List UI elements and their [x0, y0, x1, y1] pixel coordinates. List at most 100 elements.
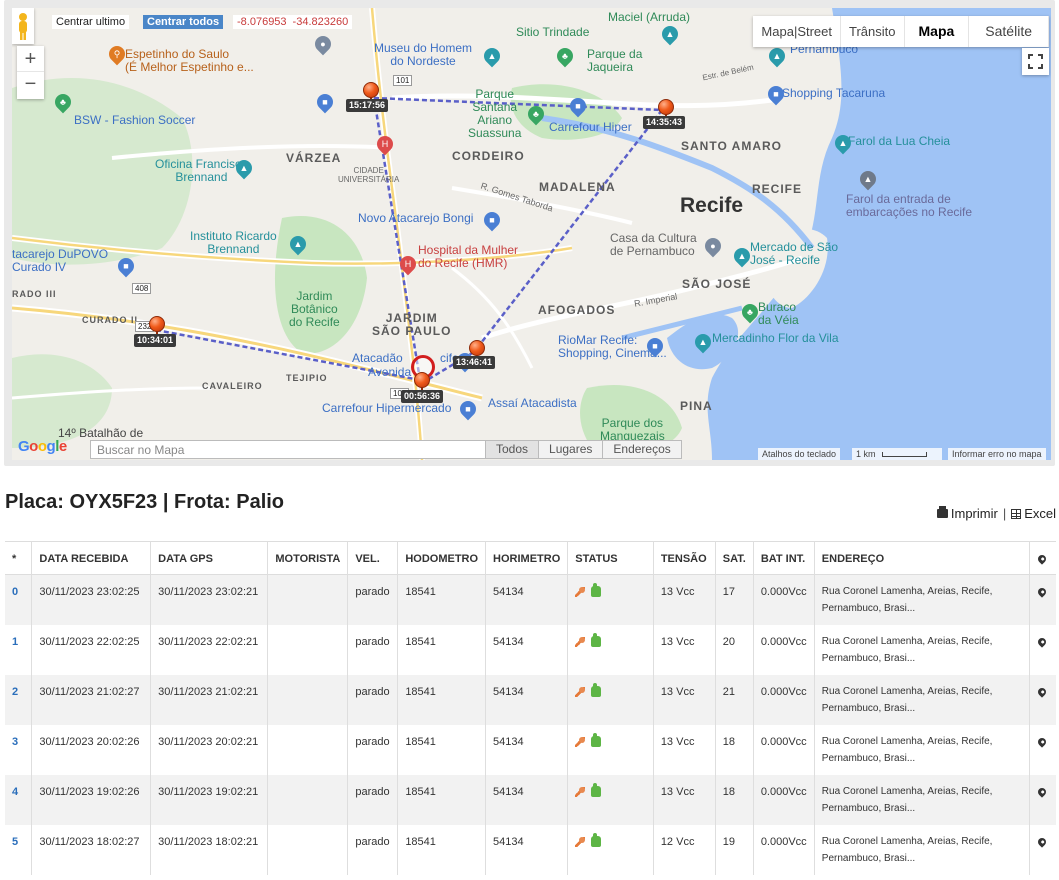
label-carrefour-hipermercado[interactable]: Carrefour Hipermercado	[322, 402, 451, 415]
cell-location[interactable]	[1030, 775, 1056, 825]
label-farol-entrada[interactable]: Farol da entrada de embarcações no Recif…	[846, 193, 972, 219]
label-atacadao[interactable]: Atacadão	[352, 352, 403, 365]
row-index-link[interactable]: 3	[5, 724, 33, 775]
park-pin-icon-2[interactable]: ♣	[51, 90, 75, 114]
label-carrefour-hiper[interactable]: Carrefour Hiper	[549, 121, 632, 134]
park-pin-icon-4[interactable]: ♣	[524, 102, 548, 126]
label-assai[interactable]: Assaí Atacadista	[488, 397, 577, 410]
map-type-traffic[interactable]: Trânsito	[841, 16, 905, 47]
col-tensao[interactable]: TENSÃO	[653, 541, 716, 575]
landmark-pin-icon-2[interactable]: ▲	[730, 244, 754, 268]
shop-pin-icon-4[interactable]: ■	[480, 208, 504, 232]
col-status[interactable]: STATUS	[567, 541, 654, 575]
col-endereco[interactable]: ENDEREÇO	[814, 541, 1031, 575]
map-pin-icon[interactable]	[1036, 735, 1049, 748]
cell-location[interactable]	[1030, 825, 1056, 875]
print-link[interactable]: Imprimir	[951, 506, 998, 521]
excel-link[interactable]: Excel	[1024, 506, 1056, 521]
museum-pin-icon-4[interactable]: ▲	[658, 22, 682, 46]
cell-location[interactable]	[1030, 625, 1056, 675]
row-index-link[interactable]: 4	[5, 774, 33, 825]
map-tab-lugares[interactable]: Lugares	[539, 440, 604, 459]
label-atacarejo-dupovo[interactable]: tacarejo DuPOVO Curado IV	[12, 248, 108, 274]
track-marker-current[interactable]	[414, 372, 430, 393]
center-all-button[interactable]: Centrar todos	[143, 15, 224, 29]
map-search-input[interactable]: Buscar no Mapa	[90, 440, 486, 459]
hospital-pin-icon-2[interactable]: H	[396, 252, 420, 276]
col-velocidade[interactable]: VEL.	[347, 541, 399, 575]
label-buraco-veia[interactable]: Buraco da Véia	[758, 301, 799, 327]
shop-pin-icon-2[interactable]: ■	[764, 82, 788, 106]
col-motorista[interactable]: MOTORISTA	[267, 541, 349, 575]
label-farol-lua-cheia[interactable]: Farol da Lua Cheia	[848, 135, 950, 148]
place-pin-icon-2[interactable]: ●	[701, 234, 725, 258]
table-row[interactable]: 4 30/11/2023 19:02:26 30/11/2023 19:02:21 p…	[5, 774, 1056, 825]
hospital-pin-icon[interactable]: H	[373, 132, 397, 156]
report-map-error-link[interactable]: Informar erro no mapa	[948, 448, 1046, 460]
table-row[interactable]: 0 30/11/2023 23:02:25 30/11/2023 23:02:21 p…	[5, 574, 1056, 625]
museum-pin-icon-5[interactable]: ▲	[765, 44, 789, 68]
shop-pin-icon-5[interactable]: ■	[114, 254, 138, 278]
shop-pin-icon-3[interactable]: ■	[566, 94, 590, 118]
map-type-street[interactable]: Mapa|Street	[753, 16, 842, 47]
col-index[interactable]: *	[5, 541, 33, 575]
col-hodometro[interactable]: HODOMETRO	[397, 541, 487, 575]
map-tab-todos[interactable]: Todos	[486, 440, 540, 459]
table-row[interactable]: 3 30/11/2023 20:02:26 30/11/2023 20:02:21 p…	[5, 724, 1056, 775]
museum-pin-icon-2[interactable]: ▲	[232, 156, 256, 180]
col-horimetro[interactable]: HORIMETRO	[485, 541, 569, 575]
shop-pin-icon-8[interactable]: ■	[456, 397, 480, 421]
cell-location[interactable]	[1030, 575, 1056, 625]
col-bateria-interna[interactable]: BAT INT.	[753, 541, 815, 575]
label-museu[interactable]: Museu do Homem do Nordeste	[374, 42, 472, 68]
track-marker[interactable]	[363, 82, 379, 103]
table-row[interactable]: 2 30/11/2023 21:02:27 30/11/2023 21:02:21 p…	[5, 674, 1056, 725]
label-maciel[interactable]: Maciel (Arruda)	[608, 11, 690, 24]
map-canvas[interactable]: Espetinho do Saulo (É Melhor Espetinho e…	[12, 8, 1051, 460]
map-pin-icon[interactable]	[1036, 685, 1049, 698]
map-tab-enderecos[interactable]: Endereços	[603, 440, 682, 459]
landmark-pin-icon[interactable]: ▲	[831, 131, 855, 155]
shop-pin-icon[interactable]: ■	[313, 90, 337, 114]
print-icon[interactable]	[936, 506, 948, 518]
track-marker[interactable]	[658, 99, 674, 120]
map-pin-icon[interactable]	[1036, 635, 1049, 648]
label-parque-jaqueira[interactable]: Parque da Jaqueira	[587, 48, 642, 74]
cell-location[interactable]	[1030, 675, 1056, 725]
label-sitio-trindade[interactable]: Sitio Trindade	[516, 26, 589, 39]
landmark-pin-icon-3[interactable]: ▲	[691, 330, 715, 354]
col-satelites[interactable]: SAT.	[715, 541, 754, 575]
label-parque-santana[interactable]: Parque Santana Ariano Suassuna	[468, 88, 521, 140]
label-hospital-mulher[interactable]: Hospital da Mulher do Recife (HMR)	[418, 244, 518, 270]
zoom-in-button[interactable]: +	[17, 46, 44, 72]
restaurant-pin-icon[interactable]: ⚲	[105, 42, 129, 66]
label-mercadinho[interactable]: Mercadinho Flor da Vila	[712, 332, 839, 345]
label-shopping-tacaruna[interactable]: Shopping Tacaruna	[782, 87, 885, 100]
col-data-recebida[interactable]: DATA RECEBIDA	[31, 541, 152, 575]
map-type-satellite[interactable]: Satélite	[969, 16, 1049, 47]
label-oficina-brennand[interactable]: Oficina Francisco Brennand	[155, 158, 248, 184]
museum-pin-icon-3[interactable]: ▲	[286, 232, 310, 256]
table-row[interactable]: 5 30/11/2023 18:02:27 30/11/2023 18:02:21 p…	[5, 824, 1056, 875]
pegman-icon[interactable]	[12, 8, 34, 44]
label-novo-atacarejo[interactable]: Novo Atacarejo Bongi	[358, 212, 473, 225]
row-index-link[interactable]: 0	[5, 574, 33, 625]
fullscreen-icon[interactable]	[1022, 48, 1049, 75]
park-pin-icon[interactable]: ♣	[553, 44, 577, 68]
col-data-gps[interactable]: DATA GPS	[150, 541, 269, 575]
zoom-out-button[interactable]: −	[17, 72, 44, 98]
shop-pin-icon-6[interactable]: ■	[643, 334, 667, 358]
track-marker[interactable]	[469, 340, 485, 361]
map-pin-icon[interactable]	[1036, 586, 1049, 598]
excel-icon[interactable]	[1011, 508, 1022, 519]
center-last-button[interactable]: Centrar ultimo	[52, 15, 130, 29]
map-pin-icon[interactable]	[1036, 835, 1049, 848]
map-pin-icon[interactable]	[1036, 785, 1049, 798]
place-pin-icon[interactable]: ●	[311, 32, 335, 56]
label-espetinho[interactable]: Espetinho do Saulo (É Melhor Espetinho e…	[125, 48, 254, 74]
track-marker[interactable]	[149, 316, 165, 337]
cell-location[interactable]	[1030, 725, 1056, 775]
label-mercado-sao-jose[interactable]: Mercado de São José - Recife	[750, 241, 838, 267]
row-index-link[interactable]: 2	[5, 674, 33, 725]
row-index-link[interactable]: 5	[5, 824, 33, 875]
